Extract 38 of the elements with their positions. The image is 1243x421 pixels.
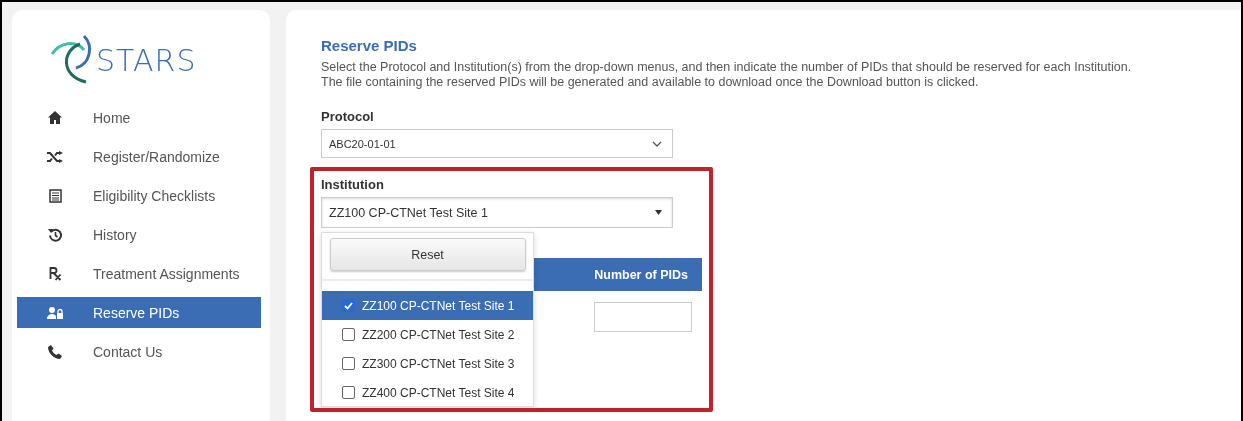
reset-button[interactable]: Reset bbox=[329, 238, 526, 271]
dropdown-option[interactable]: ZZ300 CP-CTNet Test Site 3 bbox=[322, 349, 533, 378]
protocol-select[interactable]: ABC20-01-01 bbox=[321, 129, 673, 158]
sidebar-item[interactable]: Reserve PIDs bbox=[17, 297, 261, 328]
dropdown-option[interactable]: ZZ400 CP-CTNet Test Site 4 bbox=[322, 378, 533, 407]
institution-select[interactable]: ZZ100 CP-CTNet Test Site 1 bbox=[321, 197, 673, 228]
checkbox[interactable] bbox=[342, 328, 355, 341]
select-value: ZZ100 CP-CTNet Test Site 1 bbox=[329, 205, 488, 220]
field-label: Protocol bbox=[321, 109, 375, 124]
column-header: Number of PIDs bbox=[594, 267, 689, 282]
history-icon bbox=[48, 227, 62, 242]
checkbox[interactable] bbox=[342, 386, 355, 399]
sidebar-item[interactable]: Treatment Assignments bbox=[17, 258, 261, 289]
home-icon bbox=[48, 111, 62, 124]
sidebar-item[interactable]: Home bbox=[17, 102, 261, 133]
logo-icon bbox=[50, 34, 94, 86]
dropdown-option[interactable]: ZZ200 CP-CTNet Test Site 2 bbox=[322, 320, 533, 349]
pid-count-input[interactable] bbox=[594, 302, 692, 332]
caret-down-icon bbox=[655, 210, 662, 215]
field-label: Institution bbox=[321, 177, 385, 192]
select-value: ABC20-01-01 bbox=[329, 137, 396, 150]
shuffle-icon bbox=[47, 150, 63, 163]
checkbox[interactable] bbox=[342, 357, 355, 370]
checklist-icon bbox=[48, 188, 62, 203]
chevron-down-icon bbox=[652, 140, 662, 147]
sidebar-item[interactable]: Contact Us bbox=[17, 336, 261, 367]
user-lock-icon bbox=[47, 306, 63, 319]
phone-icon bbox=[48, 344, 62, 359]
description-line: Select the Protocol and Institution(s) from the drop-down menus, and then indicate the number of PIDs that should be reserved for each Institution. bbox=[321, 60, 1133, 75]
page-title: Reserve PIDs bbox=[321, 37, 418, 54]
prescription-icon bbox=[48, 266, 62, 281]
logo-text: STARS bbox=[96, 42, 197, 78]
sidebar-item[interactable]: Register/Randomize bbox=[17, 141, 261, 172]
dropdown-option[interactable]: ZZ100 CP-CTNet Test Site 1 bbox=[322, 291, 533, 320]
checkbox[interactable] bbox=[342, 299, 355, 312]
description-line: The file containing the reserved PIDs will be generated and available to download once the Download button is clicked. bbox=[321, 75, 980, 90]
sidebar-item[interactable]: Eligibility Checklists bbox=[17, 180, 261, 211]
sidebar-item[interactable]: History bbox=[17, 219, 261, 250]
